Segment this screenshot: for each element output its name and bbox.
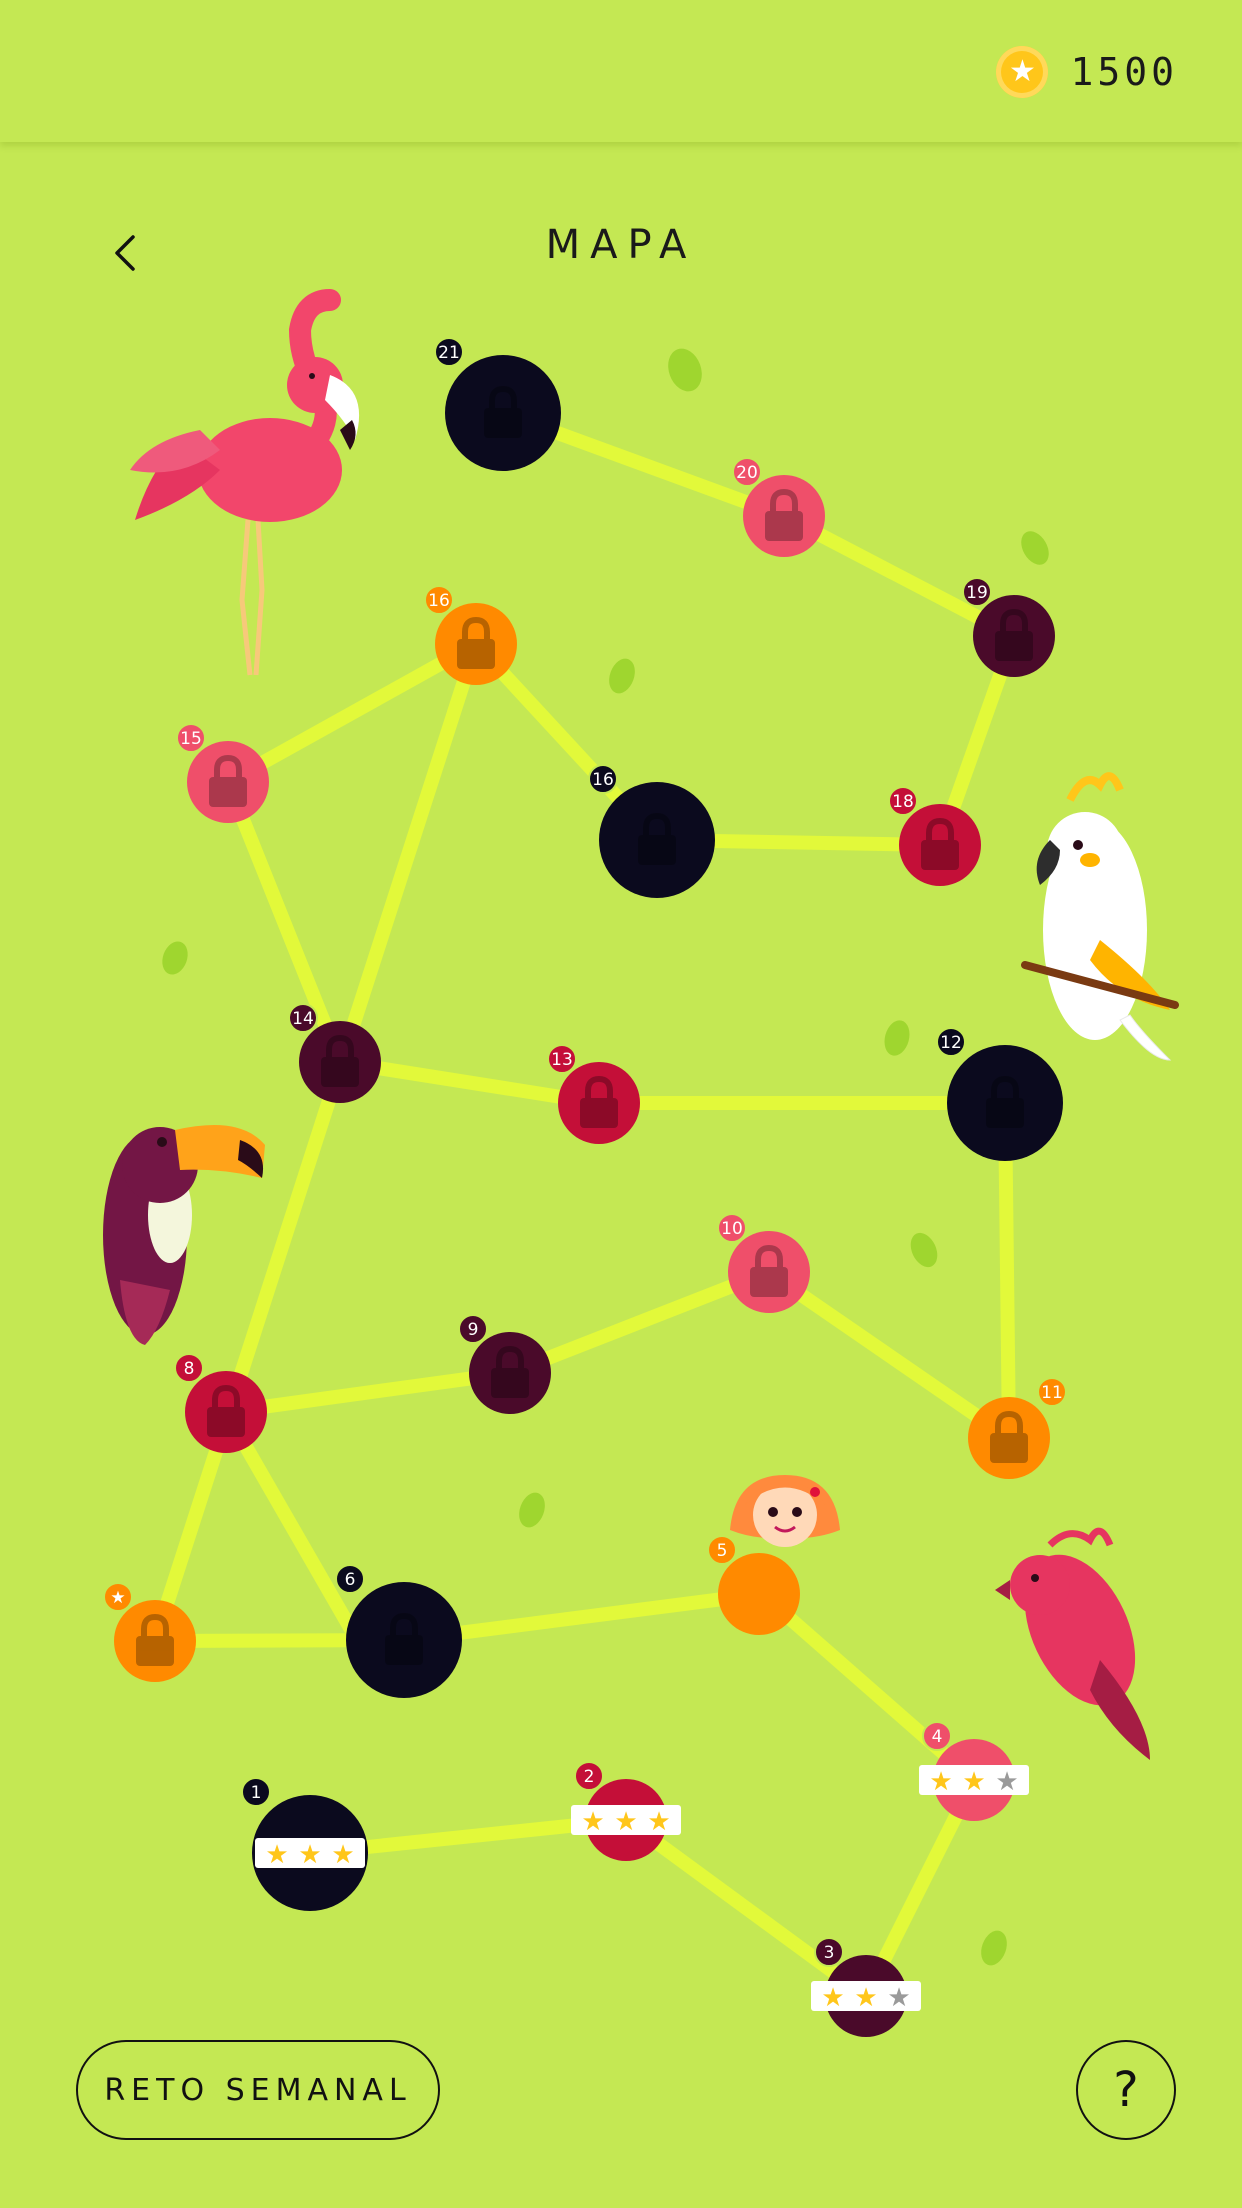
level-node[interactable]: 13	[547, 1044, 640, 1144]
level-number: 15	[180, 729, 202, 749]
level-number: 11	[1041, 1383, 1063, 1403]
player-avatar	[730, 1475, 840, 1547]
level-number: 3	[824, 1943, 835, 1963]
level-number: 19	[966, 583, 988, 603]
star-filled-icon: ★	[614, 1807, 637, 1837]
level-node[interactable]: 1 ★ ★ ★	[241, 1777, 368, 1911]
weekly-challenge-button[interactable]: RETO SEMANAL	[76, 2040, 440, 2140]
level-node[interactable]: 21	[434, 337, 561, 471]
star-rating: ★ ★ ★	[255, 1838, 365, 1870]
level-path	[148, 406, 1021, 2003]
level-number: 5	[717, 1541, 728, 1561]
level-number: 16	[428, 591, 450, 611]
level-node[interactable]: 3 ★ ★ ★	[811, 1937, 921, 2037]
star-filled-icon: ★	[581, 1807, 604, 1837]
star-filled-icon: ★	[298, 1840, 321, 1870]
level-node[interactable]: 18	[888, 786, 981, 886]
level-node[interactable]: 11	[968, 1377, 1067, 1479]
level-node[interactable]: 12	[936, 1027, 1063, 1161]
level-map: 21201916151618141312109811★654★ ★ ★2★ ★ ★1★ ★…	[103, 289, 1179, 2037]
star-filled-icon: ★	[331, 1840, 354, 1870]
level-node[interactable]: 16	[588, 764, 715, 898]
level-node[interactable]: 20	[732, 457, 825, 557]
level-node[interactable]: 4 ★ ★ ★	[919, 1721, 1029, 1821]
star-filled-icon: ★	[854, 1983, 877, 2013]
level-node[interactable]: 5	[707, 1535, 800, 1635]
level-number: 6	[345, 1570, 356, 1590]
level-number: 18	[892, 792, 914, 812]
toucan-illustration	[103, 1125, 265, 1345]
level-number: 2	[584, 1767, 595, 1787]
level-node[interactable]: 8	[174, 1353, 267, 1453]
help-button[interactable]: ?	[1076, 2040, 1176, 2140]
level-number: 10	[721, 1219, 743, 1239]
star-empty-icon: ★	[995, 1767, 1018, 1797]
star-rating: ★ ★ ★	[811, 1981, 921, 2013]
level-number: 1	[251, 1783, 262, 1803]
level-node[interactable]: 10	[717, 1213, 810, 1313]
level-node[interactable]: 9	[458, 1314, 551, 1414]
level-node[interactable]: 14	[288, 1003, 381, 1103]
level-node[interactable]: 6	[335, 1564, 462, 1698]
level-node[interactable]: ★	[103, 1582, 196, 1682]
star-rating: ★ ★ ★	[571, 1805, 681, 1837]
level-node[interactable]: 19	[962, 577, 1055, 677]
level-number: ★	[110, 1588, 125, 1608]
star-filled-icon: ★	[929, 1767, 952, 1797]
level-number: 4	[932, 1727, 943, 1747]
flamingo-illustration	[130, 289, 360, 676]
star-rating: ★ ★ ★	[919, 1765, 1029, 1797]
level-node[interactable]: 15	[176, 723, 269, 823]
level-circle	[718, 1553, 800, 1635]
star-empty-icon: ★	[887, 1983, 910, 2013]
level-number: 12	[940, 1033, 962, 1053]
level-number: 8	[184, 1359, 195, 1379]
star-filled-icon: ★	[821, 1983, 844, 2013]
star-filled-icon: ★	[265, 1840, 288, 1870]
level-number: 21	[438, 343, 460, 363]
level-number: 9	[468, 1320, 479, 1340]
level-number: 20	[736, 463, 758, 483]
cockatoo-illustration	[1021, 772, 1179, 1061]
red-parrot-illustration	[995, 1527, 1150, 1760]
level-number: 14	[292, 1009, 314, 1029]
level-number: 13	[551, 1050, 573, 1070]
star-filled-icon: ★	[962, 1767, 985, 1797]
star-filled-icon: ★	[647, 1807, 670, 1837]
level-number: 16	[592, 770, 614, 790]
